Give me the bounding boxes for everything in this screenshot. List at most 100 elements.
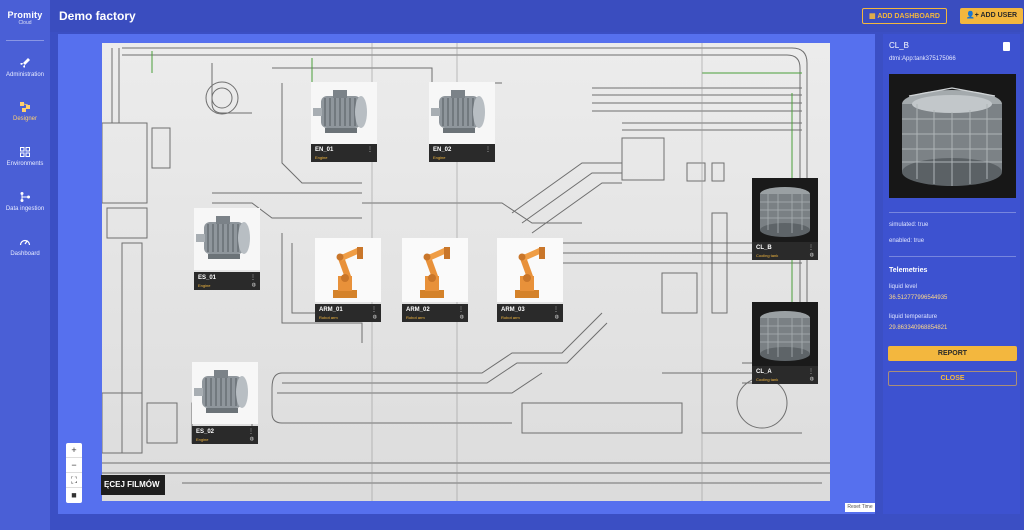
motor-image — [429, 82, 495, 144]
motor-image — [192, 362, 258, 424]
panel-model-id: dtmi:App:tank375175066 — [889, 56, 956, 62]
node-cl-a[interactable]: CL_A Cooling tank ⋮ ◍ — [752, 302, 818, 384]
node-arm-02[interactable]: ARM_02 Robot arm ⋮ ◍ — [402, 238, 468, 322]
motor-icon — [194, 370, 248, 413]
app-logo[interactable]: Promity Cloud — [2, 10, 48, 26]
node-label-bar: CL_A Cooling tank ⋮ ◍ — [752, 366, 818, 384]
report-button[interactable]: REPORT — [888, 346, 1017, 361]
lock-button[interactable]: ■ — [66, 488, 82, 503]
simulated-flag: simulated: true — [889, 222, 929, 228]
enabled-flag: enabled: true — [889, 238, 925, 244]
sidebar-item-label: Environments — [6, 161, 44, 167]
tank-icon — [760, 187, 810, 237]
zoom-out-button[interactable]: − — [66, 458, 82, 473]
sidebar-item-label: Data ingestion — [5, 206, 45, 212]
node-name: CL_B — [756, 245, 772, 251]
sidebar: Promity Cloud Administration Designer En… — [0, 0, 50, 530]
node-arm-03[interactable]: ARM_03 Robot arm ⋮ ◍ — [497, 238, 563, 324]
node-subtitle: Engine — [198, 283, 211, 288]
flow-icon — [20, 192, 30, 202]
sidebar-item-label: Administration — [5, 72, 44, 78]
details-panel: CL_B dtmi:App:tank375175066 simulated: t… — [883, 34, 1020, 514]
sidebar-item-environments[interactable]: Environments — [0, 146, 50, 167]
chart-icon[interactable]: ◍ — [810, 252, 814, 258]
sidebar-item-administration[interactable]: Administration — [0, 57, 50, 78]
chart-icon[interactable]: ◍ — [460, 314, 464, 320]
more-icon[interactable]: ⋮ — [367, 146, 373, 153]
more-icon[interactable]: ⋮ — [808, 244, 814, 251]
add-dashboard-label: ADD DASHBOARD — [877, 13, 940, 20]
node-subtitle: Cooling tank — [756, 377, 779, 382]
node-name: EN_01 — [315, 147, 334, 153]
gauge-icon — [19, 239, 31, 246]
chart-icon[interactable]: ◍ — [250, 436, 254, 442]
motor-image — [311, 82, 377, 144]
more-icon[interactable]: ⋮ — [250, 274, 256, 281]
tank-icon — [902, 87, 1002, 186]
more-icon[interactable]: ⋮ — [808, 368, 814, 375]
node-label-bar: ES_02 Engine ⋮ ◍ — [192, 426, 258, 444]
node-es-02[interactable]: ES_02 Engine ⋮ ◍ — [192, 362, 258, 444]
telemetry-value: 29.863340968854821 — [889, 325, 948, 331]
designer-icon — [20, 102, 30, 112]
add-user-label: ADD USER — [980, 12, 1018, 19]
node-subtitle: Cooling tank — [756, 253, 779, 258]
reset-time-button[interactable]: Reset Time — [845, 503, 875, 512]
chart-icon[interactable]: ◍ — [555, 314, 559, 320]
rocket-icon — [20, 58, 30, 68]
node-subtitle: Robot arm — [319, 315, 338, 320]
chart-icon[interactable]: ◍ — [252, 282, 256, 288]
zoom-in-button[interactable]: + — [66, 443, 82, 458]
node-label-bar: ARM_03 Robot arm ⋮ ◍ — [497, 304, 563, 322]
telemetry-label: liquid level — [889, 284, 918, 290]
more-icon[interactable]: ⋮ — [553, 306, 559, 313]
node-arm-01[interactable]: ARM_01 Robot arm ⋮ ◍ — [315, 238, 381, 322]
add-dashboard-button[interactable]: ▦ ADD DASHBOARD — [862, 8, 947, 24]
robot-arm-image — [315, 238, 381, 302]
node-name: ARM_02 — [406, 307, 430, 313]
fit-view-button[interactable]: ⛶ — [66, 473, 82, 488]
motor-icon — [313, 90, 367, 133]
chart-icon[interactable]: ◍ — [810, 376, 814, 382]
sidebar-item-label: Dashboard — [10, 251, 40, 257]
add-user-button[interactable]: 👤+ ADD USER — [960, 8, 1024, 24]
node-label-bar: CL_B Cooling tank ⋮ ◍ — [752, 242, 818, 260]
motor-icon — [196, 216, 250, 259]
node-name: ARM_03 — [501, 307, 525, 313]
robot-arm-icon — [420, 247, 450, 298]
telemetries-heading: Telemetries — [889, 267, 928, 274]
sidebar-divider — [6, 40, 44, 41]
node-en-02[interactable]: EN_02 Engine ⋮ — [429, 82, 495, 162]
sidebar-item-designer[interactable]: Designer — [0, 101, 50, 122]
logo-subtext: Cloud — [18, 20, 32, 26]
zoom-controls: + − ⛶ ■ — [66, 443, 82, 503]
tank-icon — [760, 311, 810, 361]
node-subtitle: Engine — [196, 437, 209, 442]
page-title: Demo factory — [59, 9, 136, 23]
robot-arm-icon — [515, 247, 545, 298]
telemetry-label: liquid temperature — [889, 314, 938, 320]
more-icon[interactable]: ⋮ — [371, 306, 377, 313]
grid-icon — [20, 147, 30, 157]
more-icon[interactable]: ⋮ — [458, 306, 464, 313]
node-label-bar: ARM_01 Robot arm ⋮ ◍ — [315, 304, 381, 322]
panel-divider — [889, 212, 1016, 213]
node-name: ES_01 — [198, 275, 217, 281]
more-icon[interactable]: ⋮ — [485, 146, 491, 153]
chart-icon[interactable]: ◍ — [373, 314, 377, 320]
trash-icon[interactable] — [1003, 42, 1010, 51]
panel-title: CL_B — [889, 41, 910, 50]
sidebar-item-data-ingestion[interactable]: Data ingestion — [0, 191, 50, 212]
close-button[interactable]: CLOSE — [888, 371, 1017, 386]
node-es-01[interactable]: ES_01 Engine ⋮ ◍ — [194, 208, 260, 290]
node-cl-b[interactable]: CL_B Cooling tank ⋮ ◍ — [752, 178, 818, 260]
add-user-icon: 👤+ — [966, 12, 981, 19]
video-watermark: ĘCEJ FILMÓW — [101, 475, 165, 495]
sidebar-item-dashboard[interactable]: Dashboard — [0, 236, 50, 257]
node-name: ES_02 — [196, 429, 215, 435]
more-icon[interactable]: ⋮ — [248, 428, 254, 435]
node-label-bar: ES_01 Engine ⋮ ◍ — [194, 272, 260, 290]
node-en-01[interactable]: EN_01 Engine ⋮ — [311, 82, 377, 162]
top-header: Demo factory ▦ ADD DASHBOARD 👤+ ADD USER — [50, 0, 1024, 32]
sidebar-item-label: Designer — [12, 116, 37, 122]
